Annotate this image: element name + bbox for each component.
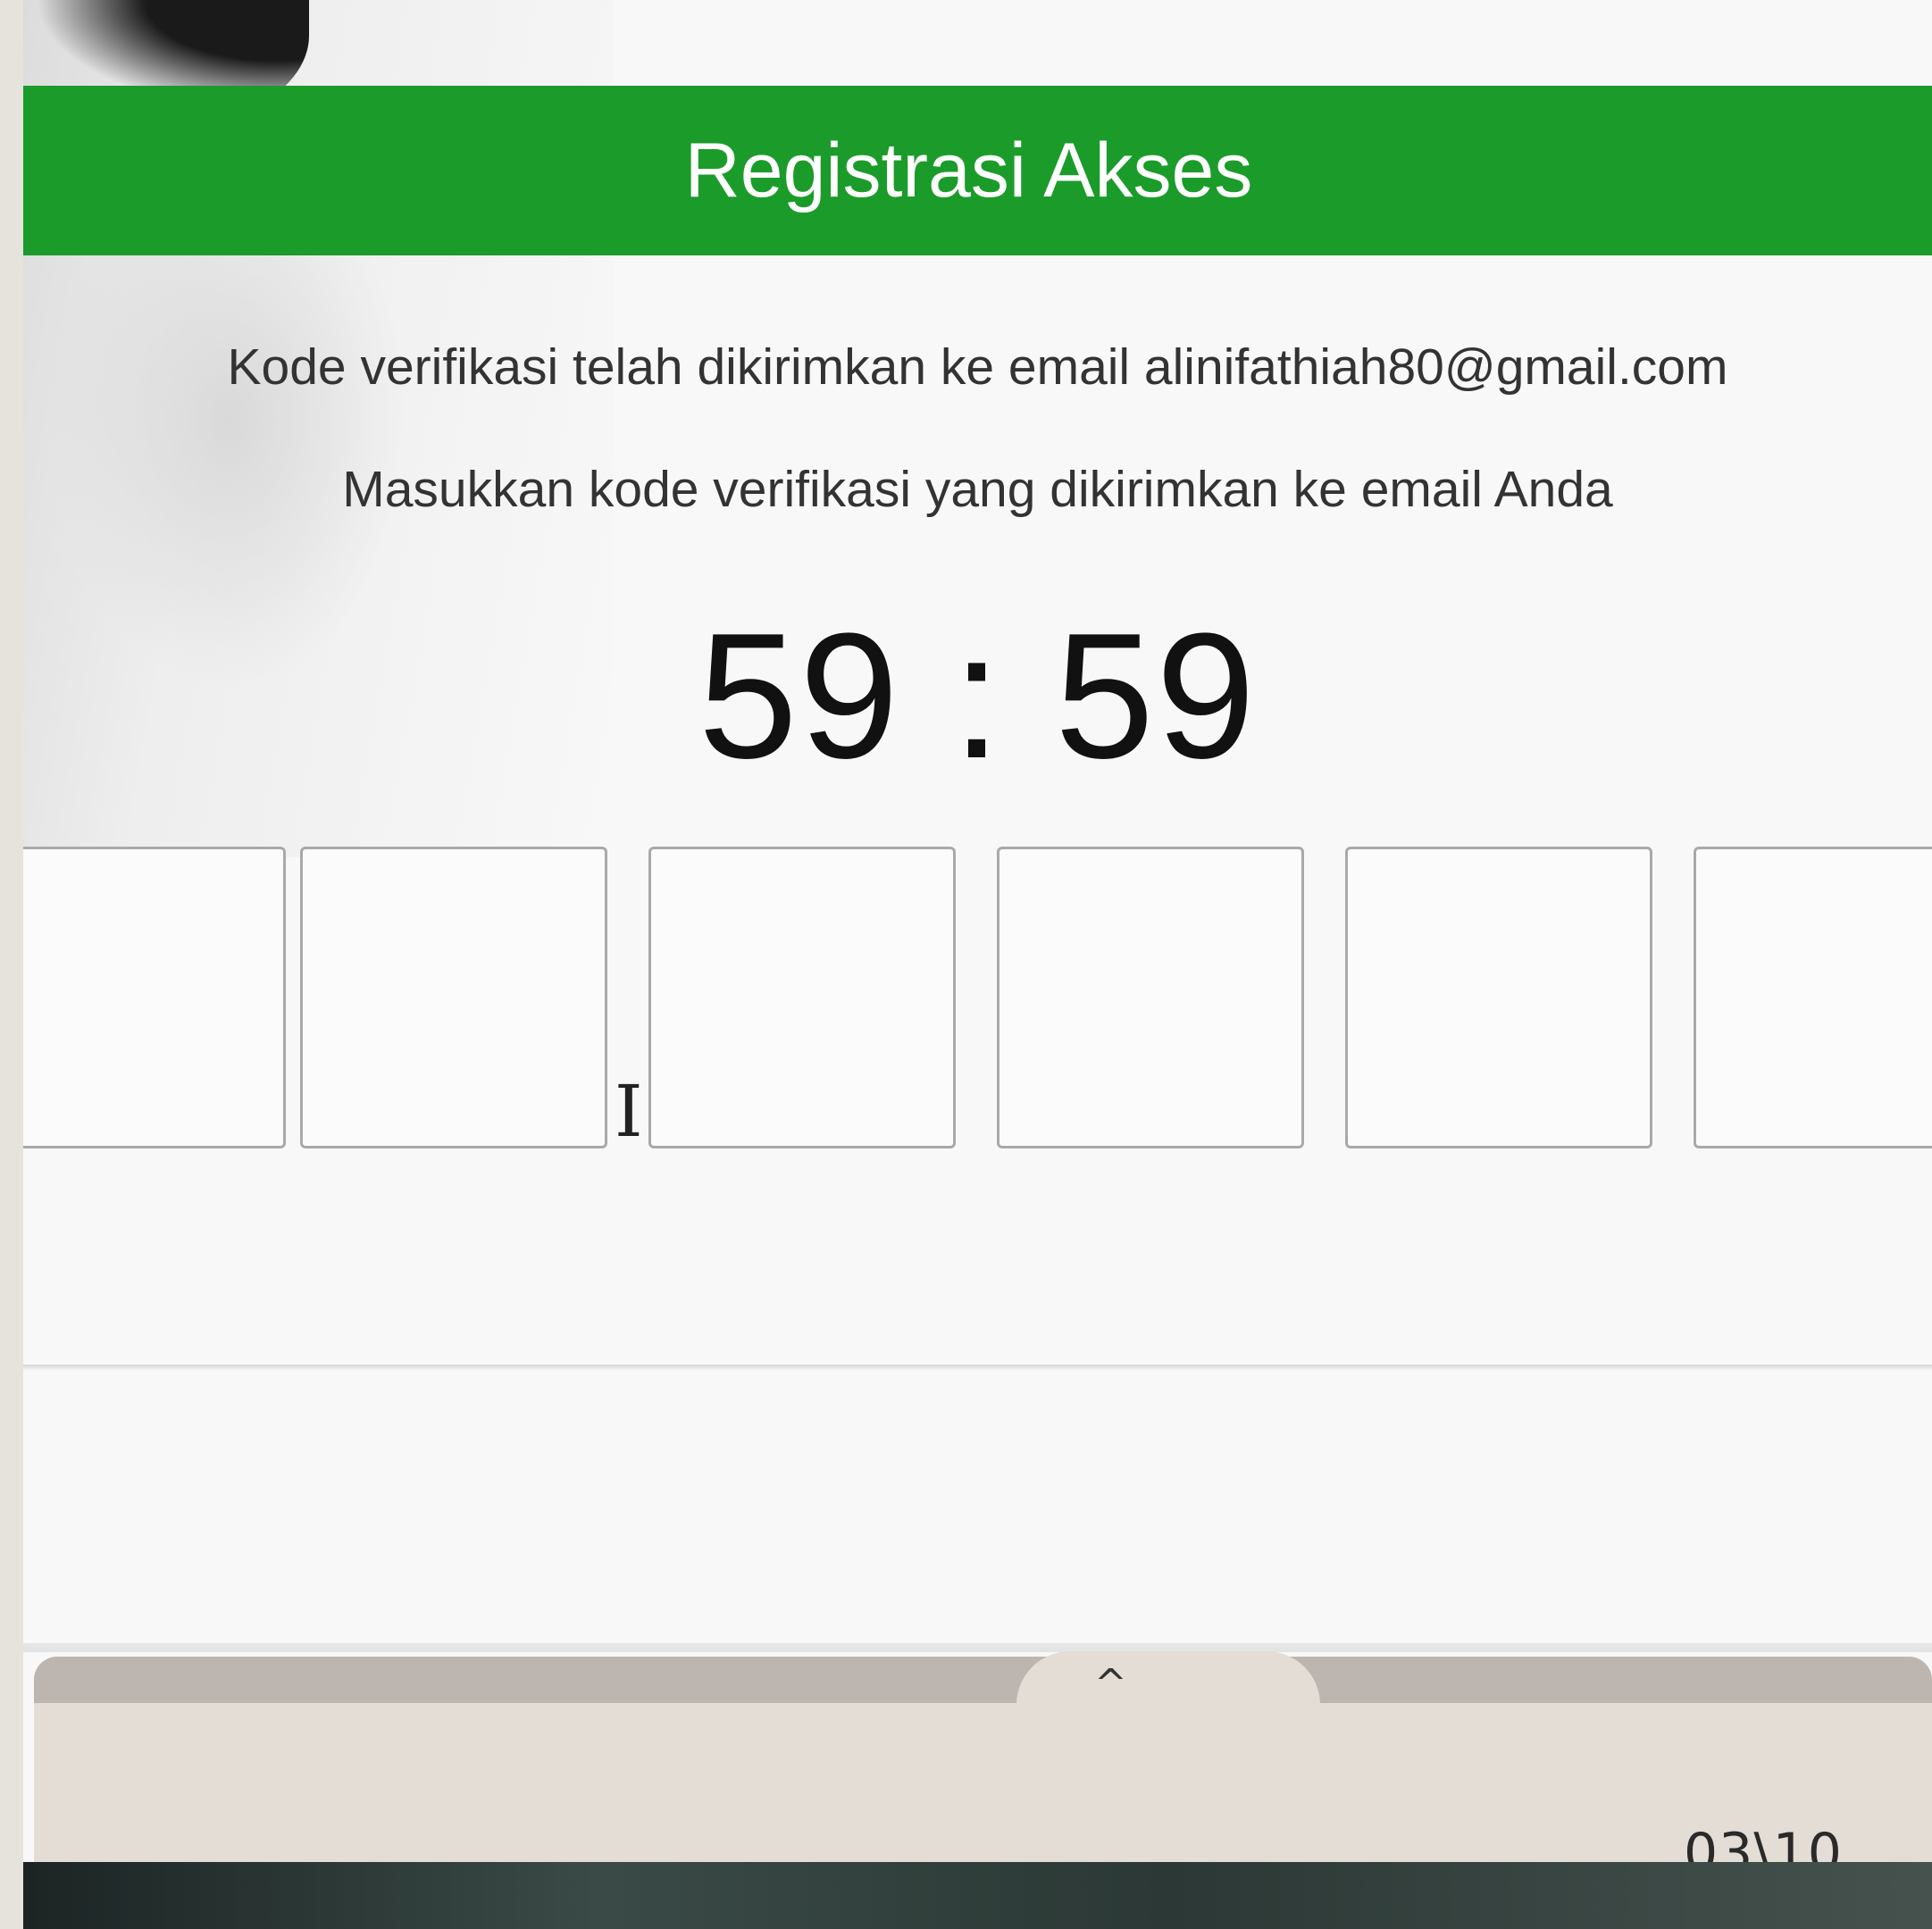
code-input-3[interactable] [648, 847, 956, 1148]
card-bottom-edge [23, 1365, 1932, 1370]
page-divider [23, 1643, 1932, 1652]
toolbar-toggle-tab[interactable] [1016, 1651, 1320, 1705]
verification-sent-message: Kode verifikasi telah dikirimkan ke emai… [227, 338, 1728, 396]
countdown-timer: 59 : 59 [698, 597, 1258, 796]
code-input-6[interactable] [1694, 847, 1932, 1148]
video-thumbnail-strip [23, 1862, 1932, 1929]
screen-recording-frame: Registrasi Akses Kode verifikasi telah d… [23, 0, 1932, 1929]
code-input-5[interactable] [1345, 847, 1652, 1148]
text-cursor-icon: I [615, 1070, 643, 1153]
toolbar-strip [34, 1657, 1932, 1703]
verification-instruction: Masukkan kode verifikasi yang dikirimkan… [342, 461, 1613, 518]
page-title: Registrasi Akses [684, 127, 1253, 213]
code-input-4[interactable] [997, 847, 1304, 1148]
code-input-2[interactable] [300, 847, 607, 1148]
registration-header: Registrasi Akses [23, 86, 1932, 255]
chevron-up-icon[interactable]: ^ [1094, 1661, 1127, 1707]
code-input-1[interactable] [23, 847, 286, 1148]
